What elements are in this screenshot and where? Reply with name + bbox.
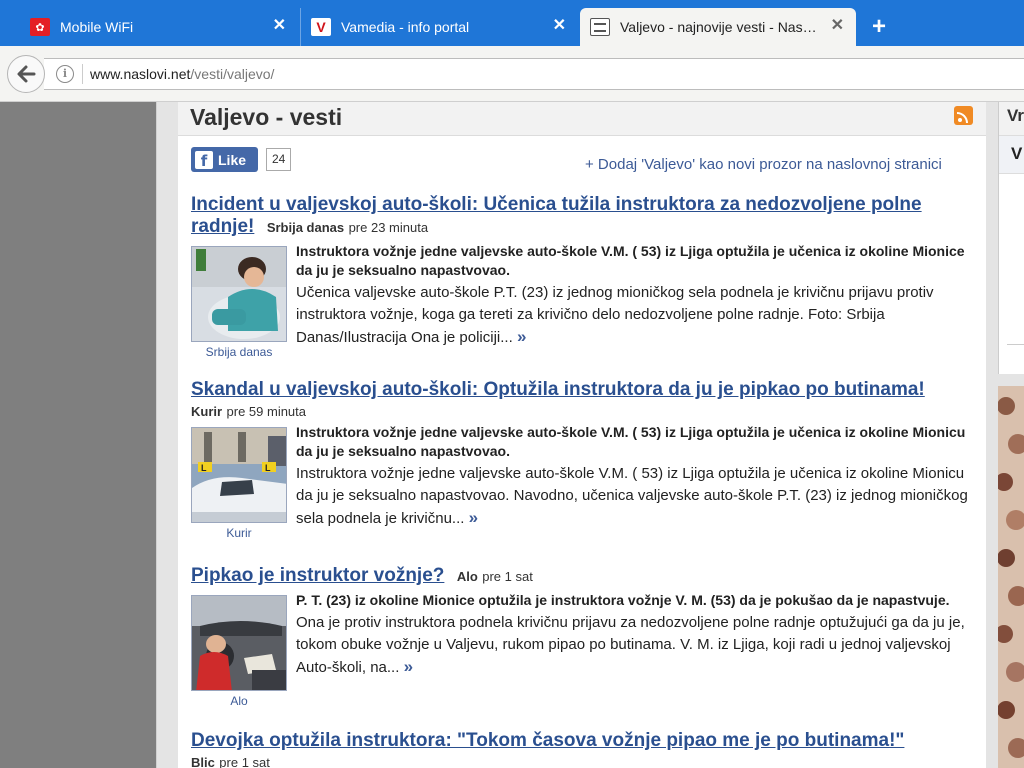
article-thumbnail[interactable]: [191, 246, 287, 342]
news-panel: Valjevo - vesti f Like 24 + Dodaj 'Valje…: [178, 102, 986, 768]
tab-valjevo-active[interactable]: Valjevo - najnovije vesti - Nas… ✕: [580, 8, 856, 46]
article-text: Instruktora vožnje jedne valjevske auto-…: [296, 242, 976, 349]
article-title-link[interactable]: Pipkao je instruktor vožnje?: [191, 565, 444, 586]
navigation-bar: i www.naslovi.net/vesti/valjevo/: [0, 46, 1024, 102]
tab-title: Valjevo - najnovije vesti - Nas…: [620, 19, 817, 35]
vamedia-icon: V: [311, 18, 331, 36]
article-thumbnail[interactable]: L L: [191, 427, 287, 523]
article-lead: Instruktora vožnje jedne valjevske auto-…: [296, 424, 966, 459]
article-text: Instruktora vožnje jedne valjevske auto-…: [296, 423, 976, 530]
article-source[interactable]: Blic: [191, 755, 215, 768]
tab-title: Vamedia - info portal: [341, 19, 470, 35]
like-label: Like: [218, 151, 247, 168]
page-title: Valjevo - vesti: [190, 104, 343, 130]
article-meta: Alo pre 1 sat: [457, 568, 533, 585]
read-more-link[interactable]: »: [517, 327, 526, 346]
article-time: pre 1 sat: [482, 569, 533, 584]
article-source[interactable]: Alo: [457, 569, 478, 584]
url-bar[interactable]: i www.naslovi.net/vesti/valjevo/: [44, 58, 1024, 90]
read-more-link[interactable]: »: [469, 508, 478, 527]
article-summary: Ona je protiv instruktora podnela krivič…: [296, 614, 965, 676]
article-item: Devojka optužila instruktora: "Tokom čas…: [191, 730, 981, 768]
close-icon[interactable]: ✕: [273, 18, 286, 34]
right-sidebar: Vr V: [986, 102, 1024, 768]
article-thumbnail[interactable]: [191, 595, 287, 691]
new-tab-button[interactable]: +: [872, 13, 886, 41]
facebook-like-button[interactable]: f Like: [191, 147, 258, 172]
right-widget-divider: [1007, 344, 1024, 345]
article-source[interactable]: Srbija danas: [267, 220, 344, 235]
newspaper-icon: [590, 18, 610, 36]
like-count: 24: [266, 148, 292, 171]
back-button[interactable]: [7, 55, 45, 93]
thumbnail-caption[interactable]: Kurir: [191, 526, 287, 540]
thumbnail-caption[interactable]: Alo: [191, 694, 287, 708]
url-separator: [82, 64, 83, 84]
close-icon[interactable]: ✕: [831, 18, 844, 34]
right-widget-tab[interactable]: V: [999, 136, 1024, 174]
thumbnail-caption[interactable]: Srbija danas: [191, 345, 287, 359]
article-title-link[interactable]: Devojka optužila instruktora: "Tokom čas…: [191, 730, 904, 751]
article-text: P. T. (23) iz okoline Mionice optužila j…: [296, 591, 976, 679]
url-path: /vesti/valjevo/: [190, 66, 275, 82]
article-meta: Kurir pre 59 minuta: [191, 403, 981, 421]
add-window-link[interactable]: + Dodaj 'Valjevo' kao novi prozor na nas…: [585, 156, 942, 173]
rss-icon[interactable]: [954, 106, 973, 125]
content-frame-left: [156, 102, 178, 768]
article-summary: Instruktora vožnje jedne valjevske auto-…: [296, 465, 968, 527]
tab-strip: ✿ Mobile WiFi ✕ V Vamedia - info portal …: [0, 0, 1024, 46]
page-viewport: Valjevo - vesti f Like 24 + Dodaj 'Valje…: [0, 102, 1024, 768]
article-body: Alo P. T. (23) iz okoline Mionice optuži…: [191, 592, 981, 708]
url-host: www.naslovi.net: [90, 66, 191, 82]
article-item: Incident u valjevskoj auto-školi: Učenic…: [191, 194, 981, 359]
left-margin: [0, 102, 156, 768]
tab-vamedia[interactable]: V Vamedia - info portal ✕: [300, 8, 578, 46]
article-lead: Instruktora vožnje jedne valjevske auto-…: [296, 243, 965, 278]
article-summary: Učenica valjevske auto-škole P.T. (23) i…: [296, 284, 934, 346]
article-time: pre 59 minuta: [226, 404, 307, 419]
article-body: L L Kurir Instruktora vožnje jedne valje…: [191, 424, 981, 540]
right-widget-title: Vr: [999, 102, 1024, 136]
read-more-link[interactable]: »: [404, 657, 413, 676]
article-body: Srbija danas Instruktora vožnje jedne va…: [191, 243, 981, 359]
svg-text:L: L: [201, 463, 207, 473]
article-source[interactable]: Kurir: [191, 404, 222, 419]
article-time: pre 1 sat: [219, 755, 270, 768]
right-ad-image[interactable]: [998, 386, 1024, 768]
tab-title: Mobile WiFi: [60, 19, 134, 35]
tab-mobile-wifi[interactable]: ✿ Mobile WiFi ✕: [20, 8, 298, 46]
article-title-link[interactable]: Skandal u valjevskoj auto-školi: Optužil…: [191, 379, 925, 400]
right-widget: Vr V: [998, 102, 1024, 374]
svg-text:L: L: [265, 463, 271, 473]
back-arrow-icon: [17, 65, 36, 83]
close-icon[interactable]: ✕: [553, 18, 566, 34]
url-text[interactable]: www.naslovi.net/vesti/valjevo/: [90, 66, 274, 82]
facebook-icon: f: [195, 150, 213, 170]
article-lead: P. T. (23) iz okoline Mionice optužila j…: [296, 592, 950, 608]
article-item: Skandal u valjevskoj auto-školi: Optužil…: [191, 379, 981, 540]
huawei-icon: ✿: [30, 18, 50, 36]
article-time: pre 23 minuta: [348, 220, 429, 235]
article-item: Pipkao je instruktor vožnje? Alo pre 1 s…: [191, 565, 981, 708]
info-icon[interactable]: i: [56, 65, 74, 83]
panel-header: Valjevo - vesti: [178, 102, 986, 136]
article-meta: Blic pre 1 sat: [191, 754, 981, 768]
article-meta: Srbija danas pre 23 minuta: [267, 219, 428, 236]
